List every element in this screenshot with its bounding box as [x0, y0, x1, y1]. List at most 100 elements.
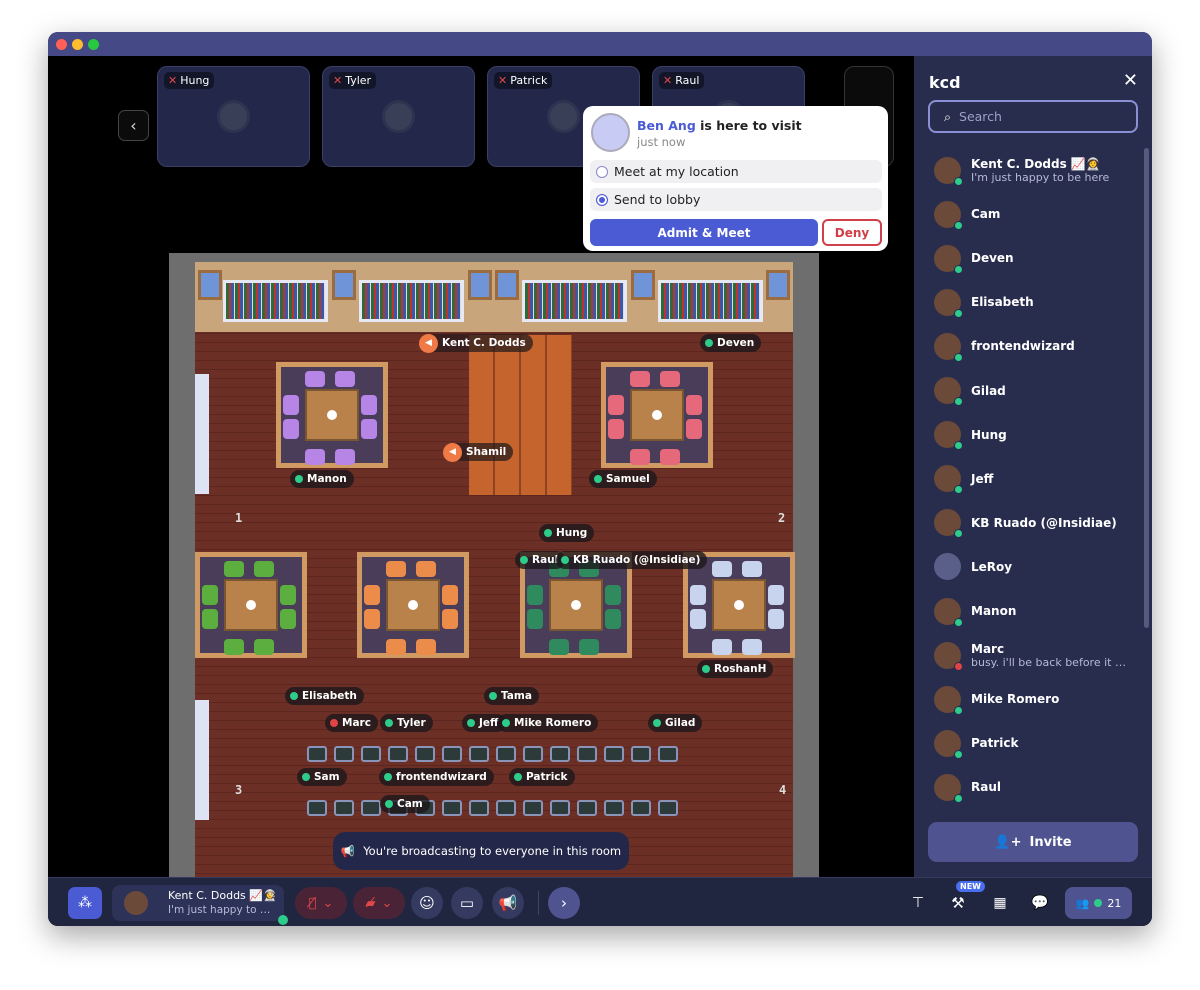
emote-button[interactable]: ☺ — [411, 887, 443, 919]
player-name-label[interactable]: Tyler — [380, 714, 433, 732]
status-dot — [705, 339, 713, 347]
chair — [527, 585, 543, 605]
status-dot — [561, 556, 569, 564]
radio-checked[interactable] — [596, 193, 608, 206]
broadcast-stage-area — [469, 335, 572, 495]
chair — [742, 639, 762, 655]
chevron-down-icon[interactable]: ⌄ — [322, 896, 333, 911]
member-list-item[interactable]: Hung — [934, 415, 1134, 455]
participants-button[interactable]: 👥 21 — [1065, 887, 1132, 919]
video-tile[interactable]: ✕ Tyler — [322, 66, 475, 167]
member-list-item[interactable]: Kent C. Dodds 📈👩‍🚀 I'm just happy to be h… — [934, 150, 1134, 190]
megaphone-icon: ◀ — [443, 442, 462, 462]
meeting-table[interactable] — [195, 552, 307, 658]
zoom-window-button[interactable] — [88, 39, 99, 50]
player-name-label[interactable]: frontendwizard — [379, 768, 494, 786]
member-list-item[interactable]: Cam — [934, 194, 1134, 234]
edit-pencil-icon[interactable]: ✎ — [267, 888, 276, 901]
player-name-label[interactable]: Elisabeth — [285, 687, 364, 705]
chat-button[interactable]: 💬 — [1028, 887, 1052, 919]
chair — [608, 419, 624, 439]
member-list-item[interactable]: KB Ruado (@Insidiae) — [934, 503, 1134, 543]
member-list-item[interactable]: Elisabeth — [934, 282, 1134, 322]
chevron-left-icon: ‹ — [130, 116, 137, 135]
member-list-item[interactable]: Deven — [934, 238, 1134, 278]
admit-meet-button[interactable]: Admit & Meet — [590, 219, 818, 246]
player-name-label[interactable]: Deven — [700, 334, 762, 352]
member-list-item[interactable]: Patrick — [934, 723, 1134, 763]
mic-off-icon: 🎙̸ — [308, 895, 317, 911]
previous-tiles-button[interactable]: ‹ — [118, 110, 149, 141]
search-input[interactable] — [959, 109, 1120, 124]
close-window-button[interactable] — [56, 39, 67, 50]
member-list-item[interactable]: frontendwizard — [934, 326, 1134, 366]
megaphone-icon: 📢 — [498, 894, 518, 912]
chevron-down-icon[interactable]: ⌄ — [382, 896, 393, 911]
player-name-label[interactable]: RoshanH — [697, 660, 774, 678]
member-list-item[interactable]: Mike Romero — [934, 679, 1134, 719]
member-list-item[interactable]: Gilad — [934, 371, 1134, 411]
player-name-label[interactable]: Tama — [484, 687, 539, 705]
room-floor[interactable]: 1 2 3 4 — [195, 262, 795, 877]
chair — [224, 639, 244, 655]
member-list-item[interactable]: LeRoy — [934, 547, 1134, 587]
member-list-item[interactable]: Jeff — [934, 459, 1134, 499]
gather-menu-button[interactable]: ⁂ — [68, 887, 102, 919]
expand-toolbar-button[interactable]: › — [548, 887, 580, 919]
meeting-table[interactable] — [601, 362, 713, 468]
player-name-label[interactable]: Hung — [539, 524, 595, 542]
chair — [690, 585, 706, 605]
avatar — [934, 773, 963, 803]
player-name-label[interactable]: Samuel — [589, 470, 657, 488]
camera-toggle[interactable]: ▰̸ ⌄ — [353, 887, 405, 919]
member-list-item[interactable]: Manon — [934, 591, 1134, 631]
my-profile-card[interactable]: Kent C. Dodds 📈👩‍🚀 I'm just happy to be … — [112, 885, 288, 925]
player-name-label[interactable]: Patrick — [509, 768, 575, 786]
player-name-label[interactable]: Sam — [297, 768, 347, 786]
logo-icon: ⁂ — [78, 895, 92, 911]
deny-button[interactable]: Deny — [822, 219, 882, 246]
player-name-label[interactable]: ◀ Shamil — [443, 442, 514, 462]
invite-button[interactable]: 👤+ Invite — [928, 822, 1138, 862]
player-name-label[interactable]: ◀ Kent C. Dodds — [419, 333, 533, 353]
chair — [335, 371, 355, 387]
screen-share-button[interactable]: ▭ — [451, 887, 483, 919]
microphone-toggle[interactable]: 🎙̸ ⌄ — [295, 887, 347, 919]
seat — [658, 800, 678, 816]
player-name-label[interactable]: Marc — [325, 714, 378, 732]
seat — [604, 800, 624, 816]
close-icon[interactable]: ✕ — [1123, 70, 1138, 91]
minimize-window-button[interactable] — [72, 39, 83, 50]
player-name-label[interactable]: KB Ruado (@Insidiae) — [556, 551, 708, 569]
avatar — [934, 685, 963, 715]
broadcast-button[interactable]: 📢 — [492, 887, 524, 919]
map-view[interactable]: 1 2 3 4 ◀ Kent C. Dodds Deven ◀ Shamil Manon Samu… — [169, 253, 819, 877]
visitor-name[interactable]: Ben Ang — [637, 118, 696, 133]
scrollbar[interactable] — [1144, 148, 1149, 628]
signpost-button[interactable]: ⊤ — [906, 887, 930, 919]
player-name-label[interactable]: Manon — [290, 470, 354, 488]
player-name-label[interactable]: Mike Romero — [497, 714, 599, 732]
avatar — [934, 332, 963, 362]
tile-name-tag: ✕ Raul — [659, 72, 705, 89]
seat — [442, 800, 462, 816]
radio-unchecked[interactable] — [596, 165, 608, 178]
video-tile[interactable]: ✕ Hung — [157, 66, 310, 167]
seat — [469, 746, 489, 762]
member-list-item[interactable]: Marc busy. i'll be back before it starts — [934, 635, 1134, 675]
option-meet-at-location[interactable]: Meet at my location — [590, 160, 882, 183]
player-name-label[interactable]: Cam — [380, 795, 430, 813]
bookshelf — [658, 280, 763, 322]
status-dot — [544, 529, 552, 537]
avatar — [934, 509, 963, 539]
chair — [224, 561, 244, 577]
build-tool-button[interactable]: ⚒ NEW — [946, 881, 985, 919]
meeting-table[interactable] — [357, 552, 469, 658]
meeting-table[interactable] — [276, 362, 388, 468]
option-send-to-lobby[interactable]: Send to lobby — [590, 188, 882, 211]
search-field[interactable]: ⌕ — [928, 100, 1138, 133]
status-dot — [954, 705, 963, 715]
player-name-label[interactable]: Gilad — [648, 714, 703, 732]
calendar-button[interactable]: ▦ — [988, 887, 1012, 919]
member-list-item[interactable]: Raul — [934, 767, 1134, 807]
